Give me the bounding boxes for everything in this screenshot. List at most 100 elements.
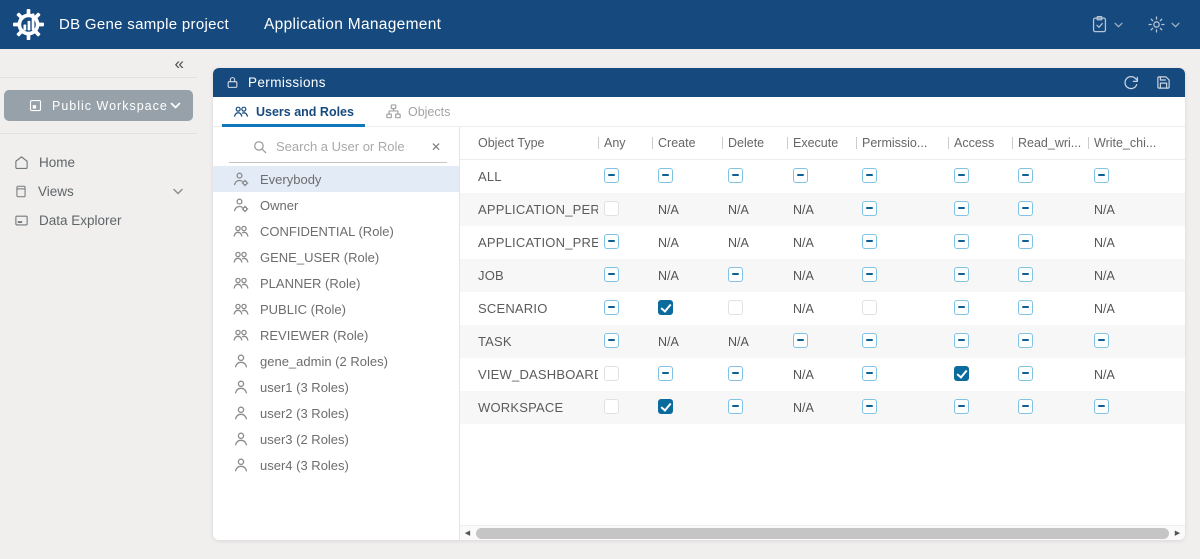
permission-checkbox-indeterminate[interactable]	[862, 398, 877, 414]
permission-checkbox-indeterminate[interactable]	[658, 167, 673, 183]
permission-checkbox-indeterminate[interactable]	[954, 332, 969, 348]
permission-checkbox-unchecked[interactable]	[728, 299, 743, 315]
permission-checkbox-indeterminate[interactable]	[728, 398, 743, 414]
permission-checkbox-indeterminate[interactable]	[1018, 233, 1033, 249]
na-label: N/A	[793, 401, 814, 415]
sidebar-item-home[interactable]: Home	[0, 148, 197, 177]
principal-item[interactable]: gene_admin (2 Roles)	[213, 348, 459, 374]
permission-checkbox-indeterminate[interactable]	[604, 233, 619, 249]
permission-checkbox-indeterminate[interactable]	[1018, 167, 1033, 183]
permission-checkbox-indeterminate[interactable]	[954, 266, 969, 282]
permission-checkbox-indeterminate[interactable]	[728, 365, 743, 381]
dbgene-logo	[13, 9, 44, 40]
permission-checkbox-indeterminate[interactable]	[1094, 167, 1109, 183]
permission-checkbox-indeterminate[interactable]	[604, 332, 619, 348]
principal-item[interactable]: user4 (3 Roles)	[213, 452, 459, 478]
permission-checkbox-indeterminate[interactable]	[1018, 398, 1033, 414]
principal-item[interactable]: user1 (3 Roles)	[213, 374, 459, 400]
checkbox-cell	[722, 398, 787, 417]
permission-checkbox-indeterminate[interactable]	[1094, 332, 1109, 348]
scroll-right-button[interactable]: ▶	[1170, 526, 1185, 541]
permission-checkbox-checked[interactable]	[658, 398, 673, 414]
tab-label: Users and Roles	[256, 104, 354, 119]
permission-checkbox-indeterminate[interactable]	[862, 167, 877, 183]
tab-label: Objects	[407, 104, 451, 119]
sidebar-item-data-explorer[interactable]: Data Explorer	[0, 206, 197, 235]
tab-bar: Users and Roles Objects	[213, 97, 1185, 127]
principal-item[interactable]: CONFIDENTIAL (Role)	[213, 218, 459, 244]
permission-checkbox-checked[interactable]	[658, 299, 673, 315]
permission-checkbox-indeterminate[interactable]	[954, 200, 969, 216]
permission-checkbox-indeterminate[interactable]	[604, 299, 619, 315]
tasks-menu-button[interactable]	[1090, 15, 1123, 34]
user-icon	[233, 431, 249, 447]
sidebar-item-views[interactable]: Views	[0, 177, 197, 206]
sidebar-collapse-button[interactable]: «	[175, 55, 184, 72]
permission-checkbox-indeterminate[interactable]	[954, 233, 969, 249]
permission-checkbox-indeterminate[interactable]	[954, 299, 969, 315]
clear-search-button[interactable]: ✕	[429, 141, 443, 153]
role-group-icon	[233, 275, 249, 291]
scrollbar-thumb[interactable]	[476, 527, 1169, 539]
permission-checkbox-indeterminate[interactable]	[954, 167, 969, 183]
permission-checkbox-unchecked[interactable]	[604, 365, 619, 381]
permission-checkbox-indeterminate[interactable]	[862, 332, 877, 348]
checkbox-cell	[1012, 167, 1088, 186]
permission-checkbox-indeterminate[interactable]	[793, 167, 808, 183]
permission-checkbox-indeterminate[interactable]	[862, 365, 877, 381]
na-label: N/A	[728, 236, 749, 250]
permission-checkbox-indeterminate[interactable]	[862, 233, 877, 249]
permission-checkbox-indeterminate[interactable]	[862, 266, 877, 282]
scroll-left-button[interactable]: ◀	[460, 526, 475, 541]
object-type-label: JOB	[478, 268, 504, 283]
permission-checkbox-indeterminate[interactable]	[728, 266, 743, 282]
user-icon	[233, 457, 249, 473]
search-input[interactable]	[274, 138, 422, 155]
permission-checkbox-indeterminate[interactable]	[604, 266, 619, 282]
permission-checkbox-indeterminate[interactable]	[604, 167, 619, 183]
principal-label: user3 (2 Roles)	[260, 431, 349, 447]
principal-item[interactable]: PUBLIC (Role)	[213, 296, 459, 322]
save-button[interactable]	[1156, 75, 1171, 90]
principal-item[interactable]: Everybody	[213, 166, 459, 192]
permission-checkbox-indeterminate[interactable]	[728, 167, 743, 183]
permission-checkbox-indeterminate[interactable]	[862, 200, 877, 216]
checkbox-cell	[652, 299, 722, 318]
permission-checkbox-unchecked[interactable]	[604, 200, 619, 216]
permission-checkbox-checked[interactable]	[954, 365, 969, 381]
permission-checkbox-indeterminate[interactable]	[1018, 266, 1033, 282]
na-label: N/A	[793, 203, 814, 217]
permission-checkbox-indeterminate[interactable]	[1018, 200, 1033, 216]
permission-checkbox-indeterminate[interactable]	[793, 332, 808, 348]
permission-checkbox-indeterminate[interactable]	[1094, 398, 1109, 414]
tab-objects[interactable]: Objects	[375, 97, 461, 126]
permission-checkbox-indeterminate[interactable]	[1018, 365, 1033, 381]
workspace-selector-button[interactable]: Public Workspace	[4, 90, 193, 121]
user-icon	[233, 405, 249, 421]
refresh-button[interactable]	[1123, 75, 1139, 91]
permission-checkbox-indeterminate[interactable]	[954, 398, 969, 414]
principal-item[interactable]: user3 (2 Roles)	[213, 426, 459, 452]
scrollbar-track[interactable]	[475, 526, 1170, 541]
checkbox-cell	[1012, 365, 1088, 384]
na-cell: N/A	[652, 268, 722, 283]
principal-item[interactable]: user2 (3 Roles)	[213, 400, 459, 426]
principal-label: PLANNER (Role)	[260, 275, 361, 291]
permission-checkbox-indeterminate[interactable]	[1018, 299, 1033, 315]
principal-label: CONFIDENTIAL (Role)	[260, 223, 394, 239]
tab-users-and-roles[interactable]: Users and Roles	[222, 97, 365, 127]
principal-item[interactable]: GENE_USER (Role)	[213, 244, 459, 270]
permission-checkbox-unchecked[interactable]	[604, 398, 619, 414]
checkbox-cell	[598, 266, 652, 285]
column-header: Write_chi...	[1088, 136, 1185, 150]
permissions-table: Object Type Any Create Delete Execute Pe…	[460, 127, 1185, 540]
settings-menu-button[interactable]	[1147, 15, 1180, 34]
permission-checkbox-unchecked[interactable]	[862, 299, 877, 315]
principal-item[interactable]: Owner	[213, 192, 459, 218]
principal-item[interactable]: REVIEWER (Role)	[213, 322, 459, 348]
checkbox-cell	[787, 332, 856, 351]
permission-checkbox-indeterminate[interactable]	[1018, 332, 1033, 348]
principal-item[interactable]: PLANNER (Role)	[213, 270, 459, 296]
permission-checkbox-indeterminate[interactable]	[658, 365, 673, 381]
checkbox-cell	[652, 365, 722, 384]
